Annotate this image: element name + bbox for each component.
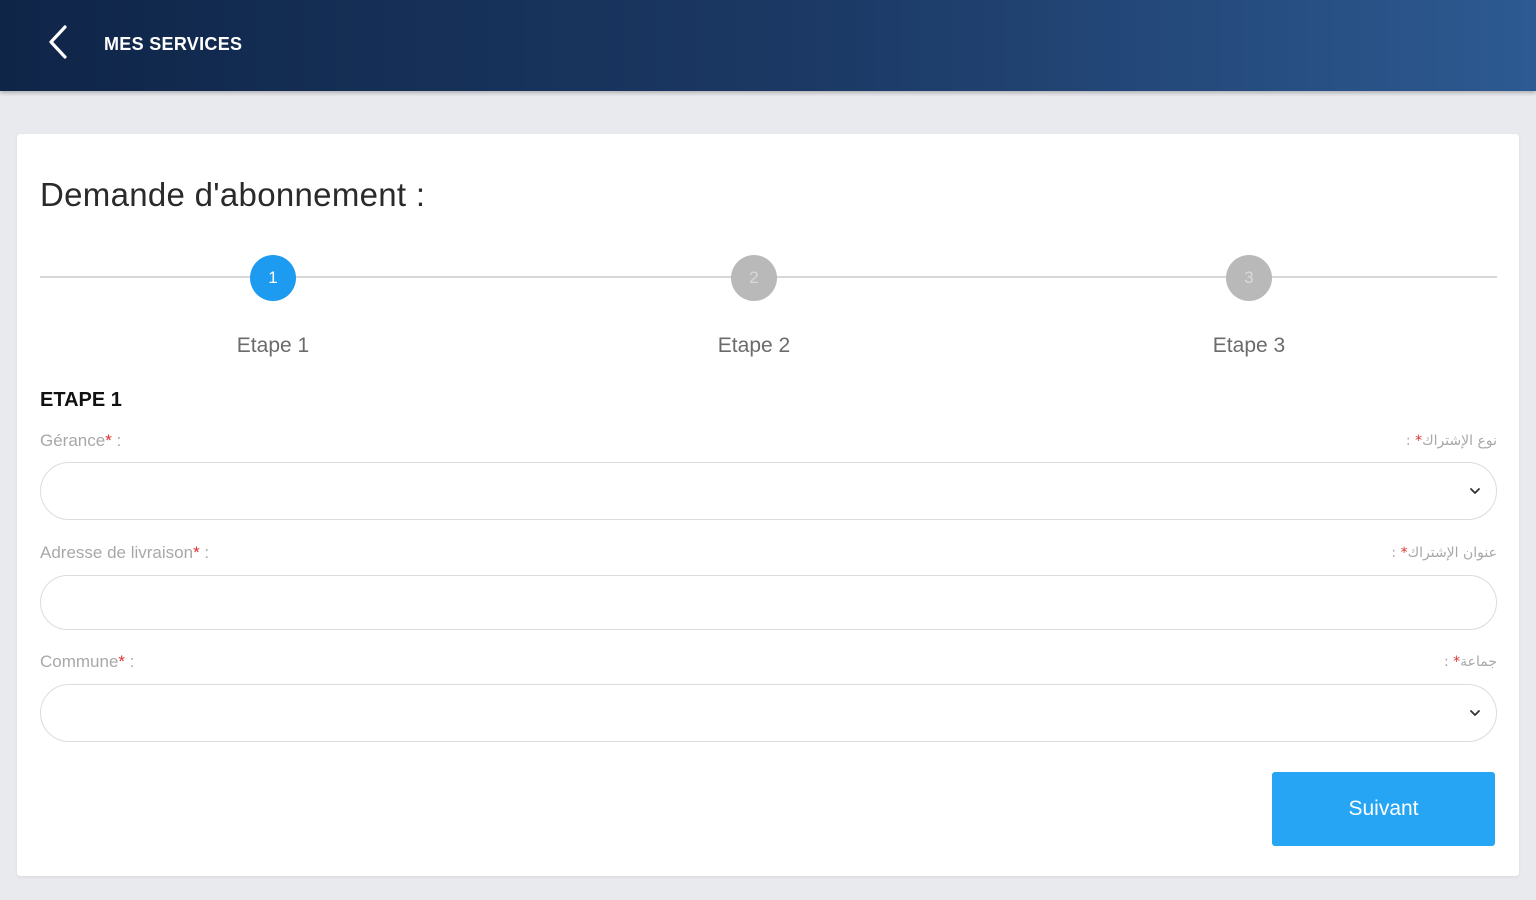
step-3-number: 3 bbox=[1244, 268, 1254, 287]
gerance-label-text: Gérance bbox=[40, 431, 106, 450]
gerance-select[interactable] bbox=[40, 462, 1497, 520]
required-mark: * bbox=[105, 431, 112, 450]
gerance-label-ar: نوع الإشتراك* : bbox=[1406, 433, 1497, 449]
chevron-down-icon bbox=[1470, 710, 1480, 716]
step-2-indicator[interactable]: 2 bbox=[731, 255, 777, 301]
label-suffix: : bbox=[125, 652, 135, 671]
adresse-livraison-label-ar-text: عنوان الإشتراك bbox=[1407, 545, 1497, 561]
back-button[interactable] bbox=[38, 20, 78, 64]
commune-label-text: Commune bbox=[40, 652, 119, 671]
adresse-livraison-input[interactable] bbox=[40, 575, 1497, 630]
app-header: MES SERVICES bbox=[0, 0, 1536, 91]
step-1-number: 1 bbox=[268, 268, 278, 287]
commune-label: Commune* : bbox=[40, 652, 135, 672]
step-3-indicator[interactable]: 3 bbox=[1226, 255, 1272, 301]
next-button[interactable]: Suivant bbox=[1272, 772, 1495, 846]
chevron-down-icon bbox=[1470, 488, 1480, 494]
adresse-livraison-label-ar: عنوان الإشتراك* : bbox=[1391, 545, 1497, 561]
step-1-label: Etape 1 bbox=[236, 334, 310, 357]
required-mark: * bbox=[193, 543, 200, 562]
chevron-left-icon bbox=[49, 25, 67, 59]
label-suffix: : bbox=[111, 431, 122, 450]
gerance-label-ar-text: نوع الإشتراك bbox=[1422, 433, 1497, 449]
label-suffix: : bbox=[1391, 545, 1401, 561]
commune-label-ar: جماعة* : bbox=[1444, 654, 1497, 670]
page-title: Demande d'abonnement : bbox=[40, 176, 426, 213]
label-suffix: : bbox=[1443, 654, 1454, 670]
step-1-indicator[interactable]: 1 bbox=[250, 255, 296, 301]
adresse-livraison-label: Adresse de livraison* : bbox=[40, 543, 209, 563]
step-2-label: Etape 2 bbox=[717, 334, 791, 357]
step-3-label: Etape 3 bbox=[1212, 334, 1286, 357]
required-mark: * bbox=[1400, 545, 1408, 561]
label-suffix: : bbox=[1405, 433, 1416, 449]
gerance-label: Gérance* : bbox=[40, 431, 121, 451]
commune-select[interactable] bbox=[40, 684, 1497, 742]
step-2-number: 2 bbox=[749, 268, 759, 287]
section-title: ETAPE 1 bbox=[40, 389, 122, 411]
form-card: Demande d'abonnement : 1 2 3 Etape 1 Eta… bbox=[17, 134, 1519, 876]
label-suffix: : bbox=[199, 543, 210, 562]
adresse-livraison-label-text: Adresse de livraison bbox=[40, 543, 194, 562]
header-title: MES SERVICES bbox=[104, 34, 243, 54]
commune-label-ar-text: جماعة bbox=[1460, 654, 1497, 670]
